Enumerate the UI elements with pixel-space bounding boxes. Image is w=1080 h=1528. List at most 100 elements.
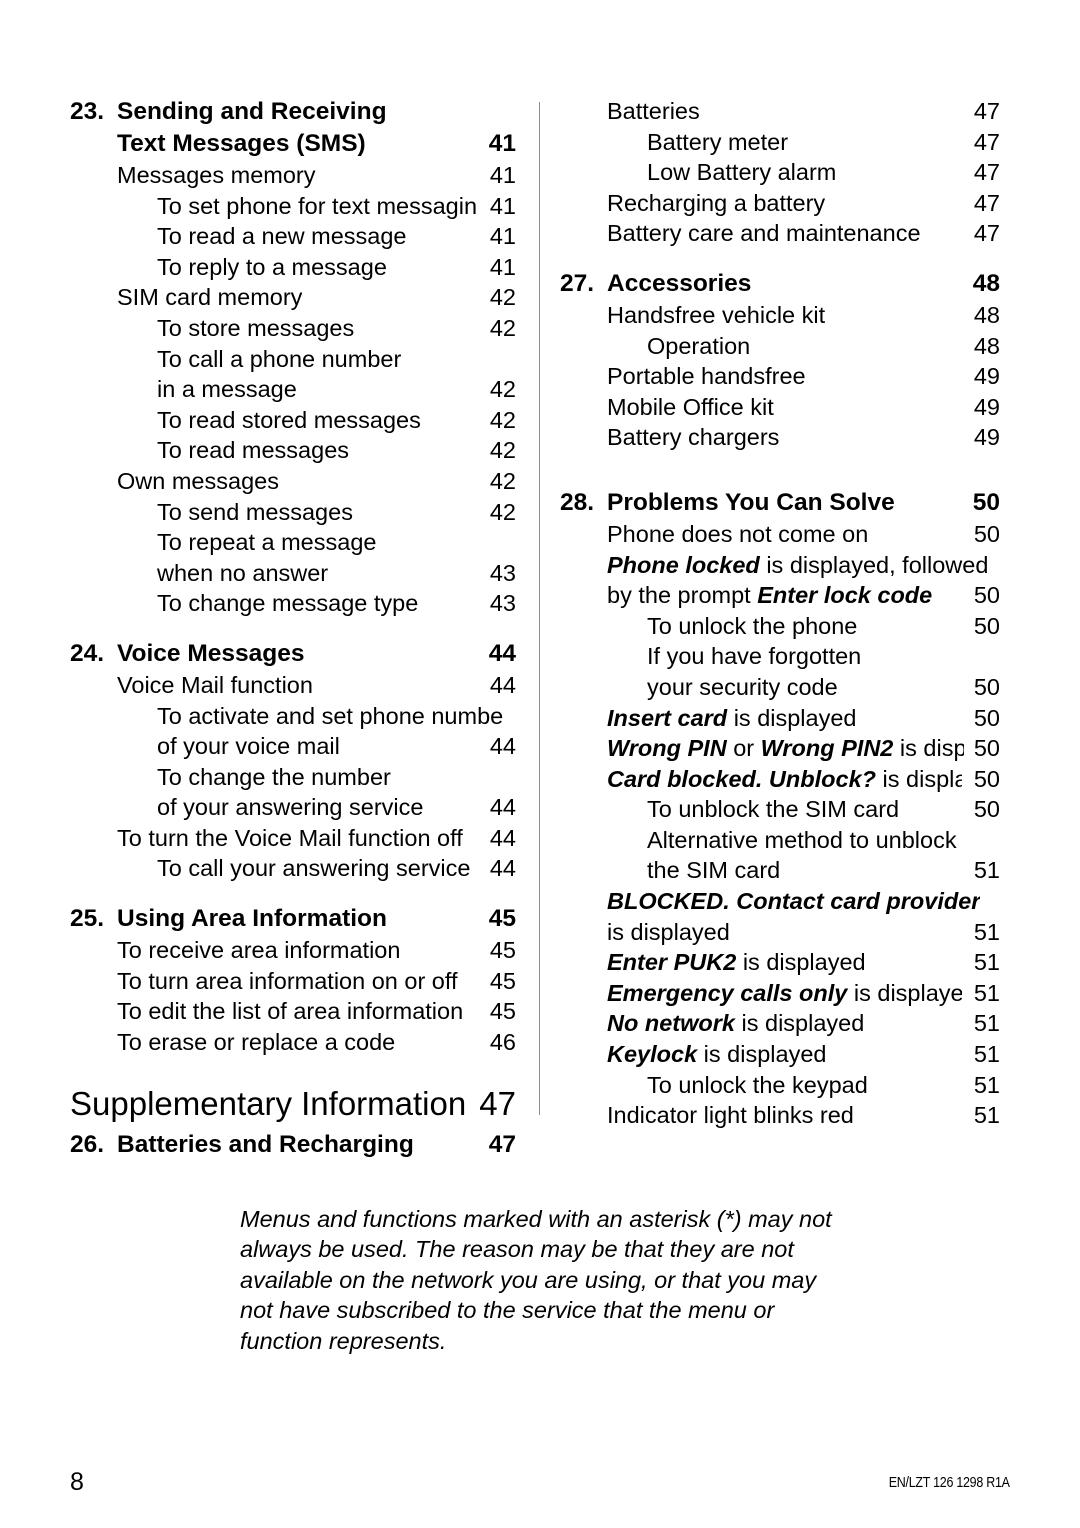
toc-entry[interactable]: Low Battery alarm 47 (560, 157, 1000, 188)
toc-entry[interactable]: Alternative method to unblock (560, 825, 1000, 856)
toc-entry[interactable]: Battery meter 47 (560, 127, 1000, 158)
toc-entry[interactable]: To unlock the phone 50 (560, 611, 1000, 642)
toc-entry[interactable]: To call a phone number (70, 344, 516, 375)
toc-entry[interactable]: To read a new message 41 (70, 221, 516, 252)
toc-entry-text-run: is displayed (899, 735, 964, 762)
toc-entry[interactable]: Portable handsfree 49 (560, 361, 1000, 392)
section-title: Voice Messages (117, 639, 305, 667)
toc-entry[interactable]: To send messages 42 (70, 497, 516, 528)
toc-page-number: 50 (972, 488, 1000, 516)
toc-entry-label: To edit the list of area information (117, 998, 464, 1025)
toc-entry-label: Battery chargers (607, 424, 780, 451)
toc-entry[interactable]: To reply to a message 41 (70, 252, 516, 283)
toc-entry[interactable]: Operation 48 (560, 331, 1000, 362)
toc-entry[interactable]: your security code 50 (560, 672, 1000, 703)
toc-entry[interactable]: Mobile Office kit 49 (560, 392, 1000, 423)
section-title: Batteries and Recharging (117, 1131, 414, 1159)
toc-entry-label: Operation (647, 332, 751, 359)
toc-entry-label: Alternative method to unblock (647, 826, 957, 853)
toc-entry[interactable]: of your voice mail 44 (70, 731, 516, 762)
toc-page-number: 44 (489, 855, 516, 882)
toc-entry[interactable]: To set phone for text messaging 41 (70, 191, 516, 222)
display-text-emphasis: BLOCKED. Contact card provider (607, 888, 981, 915)
toc-entry[interactable]: Phone locked is displayed, followed (560, 550, 1000, 581)
section-27[interactable]: 27. Accessories 48 (560, 268, 1000, 300)
toc-entry-label: in a message (157, 376, 297, 403)
toc-entry[interactable]: To receive area information 45 (70, 935, 516, 966)
toc-entry[interactable]: To turn area information on or off 45 (70, 966, 516, 997)
toc-entry[interactable]: Keylock is displayed 51 (560, 1039, 1000, 1070)
toc-entry[interactable]: Battery care and maintenance 47 (560, 218, 1000, 249)
section-23[interactable]: 23.Text Messages (SMS)41 (70, 128, 516, 160)
toc-entry[interactable]: in a message 42 (70, 374, 516, 405)
toc-entry[interactable]: To activate and set phone number (70, 701, 516, 732)
toc-entry-label: Batteries (607, 98, 700, 124)
toc-entry[interactable]: Own messages 42 (70, 466, 516, 497)
toc-page-number: 50 (973, 612, 1000, 639)
toc-entry[interactable]: To store messages 42 (70, 313, 516, 344)
toc-entry[interactable]: Phone does not come on 50 (560, 519, 1000, 550)
toc-page-number: 41 (489, 253, 516, 280)
toc-entry[interactable]: Enter PUK2 is displayed 51 (560, 947, 1000, 978)
footer-document-code: EN/LZT 126 1298 R1A (888, 1475, 1010, 1491)
toc-entry[interactable]: SIM card memory 42 (70, 282, 516, 313)
toc-page-number: 45 (488, 905, 516, 933)
toc-entry[interactable]: To read stored messages 42 (70, 405, 516, 436)
toc-entry[interactable]: Voice Mail function 44 (70, 670, 516, 701)
toc-entry[interactable]: Recharging a battery 47 (560, 188, 1000, 219)
toc-entry-label: No network is displayed (607, 1008, 864, 1039)
toc-page-number: 43 (489, 559, 516, 586)
toc-entry[interactable]: Batteries 47 (560, 96, 1000, 127)
part-supplementary-information[interactable]: Supplementary Information 47 (70, 1083, 516, 1125)
toc-entry[interactable]: To unblock the SIM card 50 (560, 794, 1000, 825)
toc-entry[interactable]: To turn the Voice Mail function off 44 (70, 823, 516, 854)
toc-entry-label: Indicator light blinks red (607, 1102, 854, 1129)
toc-entry-label: Emergency calls only is displayed (607, 978, 962, 1009)
section-26[interactable]: 26. Batteries and Recharging 47 (70, 1129, 516, 1161)
toc-page-number: 50 (973, 673, 1000, 700)
section-24[interactable]: 24. Voice Messages 44 (70, 638, 516, 670)
toc-entry[interactable]: Battery chargers 49 (560, 422, 1000, 453)
section-25[interactable]: 25. Using Area Information 45 (70, 903, 516, 935)
footer-page-number: 8 (70, 1468, 84, 1496)
toc-entry[interactable]: Emergency calls only is displayed 51 (560, 978, 1000, 1009)
toc-entry[interactable]: Wrong PIN or Wrong PIN2 is displayed 50 (560, 733, 1000, 764)
toc-entry[interactable]: Handsfree vehicle kit 48 (560, 300, 1000, 331)
toc-entry-label: when no answer (157, 559, 329, 586)
toc-entry[interactable]: of your answering service 44 (70, 792, 516, 823)
toc-entry-label: To change the number (157, 763, 391, 790)
toc-entry[interactable]: Indicator light blinks red 51 (560, 1100, 1000, 1131)
toc-entry[interactable]: To repeat a message (70, 527, 516, 558)
toc-page-number: 42 (489, 406, 516, 433)
toc-page-number: 51 (973, 979, 1000, 1006)
toc-entry[interactable]: To call your answering service 44 (70, 853, 516, 884)
toc-entry[interactable]: To unlock the keypad 51 (560, 1070, 1000, 1101)
toc-entry-label: your security code (647, 673, 838, 700)
toc-page-number: 49 (973, 363, 1000, 390)
toc-entry[interactable]: Card blocked. Unblock? is displayed 50 (560, 764, 1000, 795)
toc-entry[interactable]: by the prompt Enter lock code 50 (560, 580, 1000, 611)
toc-entry-label: To read stored messages (157, 406, 421, 433)
toc-entry[interactable]: Insert card is displayed 50 (560, 703, 1000, 734)
toc-entry[interactable]: is displayed 51 (560, 917, 1000, 948)
section-28[interactable]: 28. Problems You Can Solve 50 (560, 487, 1000, 519)
toc-entry[interactable]: To erase or replace a code 46 (70, 1027, 516, 1058)
display-text-emphasis: Keylock (607, 1041, 698, 1068)
toc-page-number: 50 (973, 735, 1000, 762)
toc-entry-text-run: is displayed (853, 979, 962, 1006)
section-23[interactable]: 23. Sending and Receiving (70, 96, 516, 128)
toc-page-number: 47 (488, 1131, 516, 1159)
toc-entry[interactable]: BLOCKED. Contact card provider (560, 886, 1000, 917)
toc-entry[interactable]: No network is displayed 51 (560, 1008, 1000, 1039)
section-title: Using Area Information (117, 905, 387, 933)
toc-entry[interactable]: when no answer 43 (70, 558, 516, 589)
toc-entry-label: To unlock the phone (647, 612, 858, 639)
toc-entry[interactable]: Messages memory 41 (70, 160, 516, 191)
toc-page-number: 49 (973, 393, 1000, 420)
toc-entry[interactable]: To change the number (70, 762, 516, 793)
toc-entry[interactable]: the SIM card 51 (560, 855, 1000, 886)
toc-entry[interactable]: To change message type 43 (70, 588, 516, 619)
toc-entry[interactable]: If you have forgotten (560, 641, 1000, 672)
toc-entry[interactable]: To read messages 42 (70, 435, 516, 466)
toc-entry[interactable]: To edit the list of area information 45 (70, 996, 516, 1027)
